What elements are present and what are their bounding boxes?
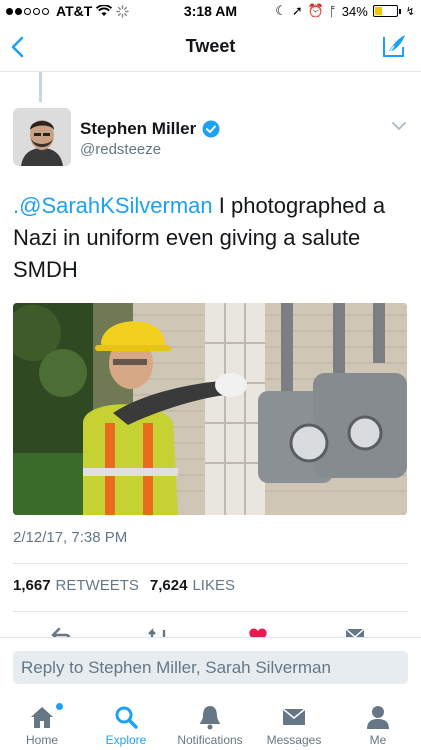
charging-icon: ↯ <box>405 5 415 18</box>
bell-icon <box>200 706 220 730</box>
tab-messages[interactable]: Messages <box>252 695 336 750</box>
avatar-portrait <box>13 108 71 166</box>
tab-label: Explore <box>105 733 147 747</box>
likes-label[interactable]: LIKES <box>192 577 235 594</box>
tab-label: Me <box>369 733 387 747</box>
alarm-icon: ⏰ <box>307 3 324 18</box>
tab-label: Notifications <box>177 733 243 747</box>
envelope-icon <box>282 708 306 725</box>
search-icon <box>115 706 138 729</box>
tweet-photo[interactable] <box>13 303 407 515</box>
moon-icon: ☾ <box>275 3 287 18</box>
photo-image <box>13 303 407 515</box>
battery-tip <box>398 8 401 14</box>
retweets-count[interactable]: 1,667 <box>13 577 51 594</box>
avatar[interactable] <box>13 108 71 166</box>
bluetooth-icon: ᚩ <box>328 3 337 19</box>
tab-explore[interactable]: Explore <box>84 695 168 750</box>
battery-percent: 34% <box>341 3 368 19</box>
person-icon <box>367 706 389 729</box>
tab-notifications[interactable]: Notifications <box>168 695 252 750</box>
compose-tweet-icon[interactable] <box>381 33 407 59</box>
author-name-text: Stephen Miller <box>80 119 197 138</box>
author-name[interactable]: Stephen Miller <box>80 119 220 139</box>
status-right: ☾ ➚ ⏰ ᚩ 34% ↯ <box>275 3 415 19</box>
author-handle[interactable]: @redsteeze <box>80 141 161 158</box>
tweet-text: .@SarahKSilverman I photographed a Nazi … <box>13 190 409 286</box>
likes-count[interactable]: 7,624 <box>150 577 188 594</box>
battery-icon <box>372 5 398 17</box>
tweet-timestamp: 2/12/17, 7:38 PM <box>13 529 128 546</box>
reply-bar: Reply to Stephen Miller, Sarah Silverman <box>0 637 421 695</box>
battery-level <box>374 7 382 15</box>
tab-me[interactable]: Me <box>336 695 420 750</box>
location-arrow-icon: ➚ <box>291 3 303 18</box>
status-bar: AT&T 3:18 AM ☾ ➚ ⏰ ᚩ 34% ↯ <box>0 0 421 22</box>
tab-home[interactable]: Home <box>0 695 84 750</box>
thread-connector <box>39 72 42 102</box>
reply-input[interactable]: Reply to Stephen Miller, Sarah Silverman <box>13 651 408 684</box>
page-title: Tweet <box>185 36 236 56</box>
home-notification-dot <box>56 703 63 710</box>
retweets-label[interactable]: RETWEETS <box>56 577 139 594</box>
tab-bar: Home Explore Notifications Messages Me <box>0 695 421 750</box>
home-icon <box>31 707 53 728</box>
divider <box>13 563 408 564</box>
verified-badge-icon <box>202 120 220 138</box>
tweet-stats: 1,667 RETWEETS 7,624 LIKES <box>13 577 241 594</box>
mention-link[interactable]: .@SarahKSilverman <box>13 193 213 218</box>
tab-label: Home <box>25 733 58 747</box>
divider <box>13 611 408 612</box>
action-row <box>0 622 421 638</box>
tab-label: Messages <box>266 733 322 747</box>
nav-bar: Tweet <box>0 22 421 72</box>
chevron-down-icon[interactable] <box>391 120 407 132</box>
